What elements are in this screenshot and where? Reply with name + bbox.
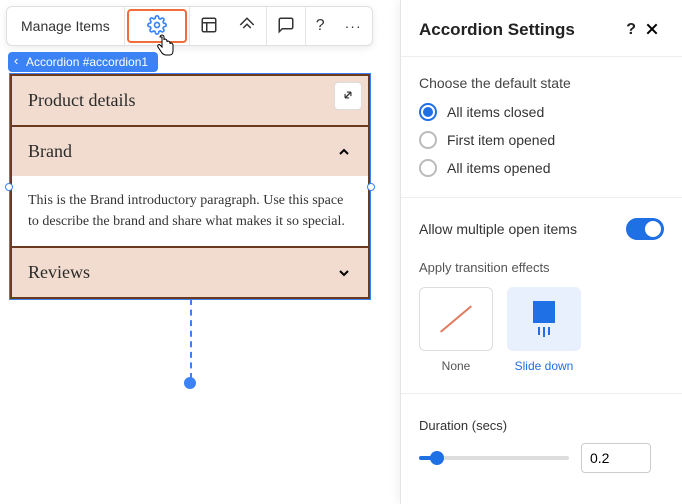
radio-label: All items opened (447, 160, 551, 176)
radio-icon (419, 131, 437, 149)
panel-close-button[interactable] (640, 21, 664, 40)
gear-icon (147, 15, 167, 38)
radio-icon (419, 159, 437, 177)
divider (401, 393, 682, 394)
more-button[interactable]: ··· (335, 7, 372, 45)
accordion-header[interactable]: Product details (12, 76, 368, 125)
toolbar-separator (124, 7, 125, 45)
duration-input[interactable] (581, 443, 651, 473)
transition-option-label: None (419, 359, 493, 373)
transition-slide-down[interactable]: Slide down (507, 287, 581, 373)
resize-handle-right[interactable] (367, 183, 375, 191)
duration-label: Duration (secs) (419, 418, 664, 433)
allow-multiple-label: Allow multiple open items (419, 221, 577, 237)
animation-button[interactable] (228, 7, 266, 45)
transition-option-label: Slide down (507, 359, 581, 373)
more-icon: ··· (345, 18, 362, 34)
transition-options: None Slide down (419, 287, 664, 373)
resize-handle-left[interactable] (5, 183, 13, 191)
none-icon (440, 305, 472, 332)
chevron-down-icon (336, 265, 352, 281)
radio-icon (419, 103, 437, 121)
panel-body: Choose the default state All items close… (401, 57, 682, 504)
allow-multiple-row: Allow multiple open items (419, 218, 664, 240)
accordion-title: Brand (28, 141, 72, 162)
help-button[interactable]: ? (306, 7, 335, 45)
help-icon: ? (626, 21, 636, 38)
editor-toolbar: Manage Items ? ··· (6, 6, 373, 46)
slide-down-icon (533, 301, 555, 337)
close-icon (644, 25, 660, 40)
comment-icon (277, 16, 295, 37)
transition-none[interactable]: None (419, 287, 493, 373)
expand-icon (341, 88, 355, 105)
default-state-label: Choose the default state (419, 75, 664, 91)
accordion-header[interactable]: Reviews (12, 248, 368, 297)
duration-slider[interactable] (419, 456, 569, 460)
panel-help-button[interactable]: ? (622, 21, 640, 39)
expand-button[interactable] (334, 82, 362, 110)
layout-icon (200, 16, 218, 37)
accordion-preview[interactable]: Product details Brand This is the Brand … (10, 74, 370, 299)
accordion-item: Brand This is the Brand introductory par… (12, 125, 368, 246)
chevron-up-icon (336, 144, 352, 160)
manage-items-button[interactable]: Manage Items (7, 7, 124, 45)
radio-all-opened[interactable]: All items opened (419, 159, 664, 177)
accordion-component: Product details Brand This is the Brand … (10, 74, 370, 299)
divider (401, 197, 682, 198)
comment-button[interactable] (267, 7, 305, 45)
radio-label: First item opened (447, 132, 555, 148)
accordion-header[interactable]: Brand (12, 127, 368, 176)
drag-handle-bottom[interactable] (184, 377, 196, 389)
layout-button[interactable] (190, 7, 228, 45)
breadcrumb[interactable]: Accordion #accordion1 (8, 52, 158, 72)
settings-button[interactable] (137, 15, 177, 38)
settings-panel: Accordion Settings ? Choose the default … (400, 0, 682, 504)
radio-label: All items closed (447, 104, 544, 120)
allow-multiple-toggle[interactable] (626, 218, 664, 240)
accordion-item: Reviews (12, 246, 368, 297)
slider-thumb[interactable] (430, 451, 444, 465)
transition-label: Apply transition effects (419, 260, 664, 275)
radio-first-opened[interactable]: First item opened (419, 131, 664, 149)
accordion-item: Product details (12, 76, 368, 125)
duration-row (419, 443, 664, 473)
help-icon: ? (316, 17, 325, 35)
drag-guide-line (190, 299, 192, 379)
accordion-title: Product details (28, 90, 135, 111)
radio-all-closed[interactable]: All items closed (419, 103, 664, 121)
panel-title: Accordion Settings (419, 20, 622, 40)
accordion-body: This is the Brand introductory paragraph… (12, 176, 368, 246)
settings-button-highlight (127, 9, 187, 43)
animation-icon (238, 16, 256, 37)
accordion-title: Reviews (28, 262, 90, 283)
panel-header: Accordion Settings ? (401, 0, 682, 57)
